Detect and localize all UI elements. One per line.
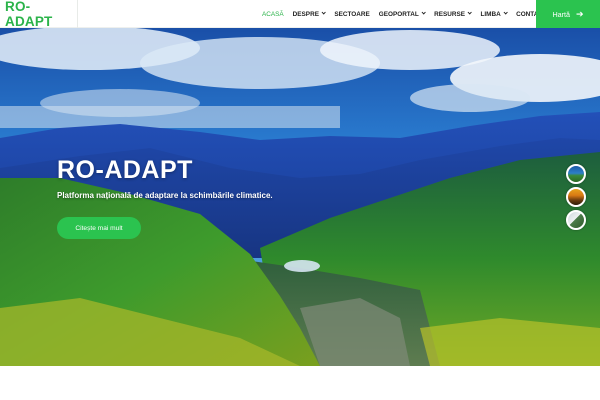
hero-slider: RO-ADAPT Platforma națională de adaptare… bbox=[0, 28, 600, 366]
chevron-down-icon bbox=[467, 10, 473, 16]
nav-item-despre[interactable]: DESPRE bbox=[293, 10, 327, 18]
nav-item-geoportal[interactable]: GEOPORTAL bbox=[379, 10, 426, 18]
site-header: RO-ADAPT ACASĂ DESPRE SECTOARE GEOPORTAL… bbox=[0, 0, 600, 29]
hero-title: RO-ADAPT bbox=[57, 156, 193, 184]
slide-thumbnails bbox=[566, 164, 590, 233]
hero-subtitle: Platforma națională de adaptare la schim… bbox=[57, 191, 273, 200]
logo-container[interactable]: RO-ADAPT bbox=[0, 0, 78, 29]
main-nav: ACASĂ DESPRE SECTOARE GEOPORTAL RESURSE … bbox=[262, 0, 556, 28]
nav-item-sectoare[interactable]: SECTOARE bbox=[334, 11, 369, 18]
page-below-fold bbox=[0, 366, 600, 400]
chevron-down-icon bbox=[502, 10, 508, 16]
slide-thumbnail-2[interactable] bbox=[566, 187, 586, 207]
arrow-right-icon: ➔ bbox=[576, 8, 584, 19]
nav-item-acasa[interactable]: ACASĂ bbox=[262, 11, 284, 18]
slide-thumbnail-3[interactable] bbox=[566, 210, 586, 230]
nav-item-resurse[interactable]: RESURSE bbox=[434, 10, 473, 18]
nav-item-limba[interactable]: LIMBA bbox=[480, 10, 508, 18]
site-logo[interactable]: RO-ADAPT bbox=[5, 0, 77, 29]
read-more-button[interactable]: Citește mai mult bbox=[57, 217, 141, 239]
page: RO-ADAPT ACASĂ DESPRE SECTOARE GEOPORTAL… bbox=[0, 0, 600, 400]
chevron-down-icon bbox=[421, 10, 426, 16]
map-button-label: Hartă bbox=[552, 9, 571, 19]
slide-thumbnail-1[interactable] bbox=[566, 164, 586, 184]
chevron-down-icon bbox=[321, 10, 327, 16]
map-button[interactable]: Hartă ➔ bbox=[536, 0, 600, 28]
